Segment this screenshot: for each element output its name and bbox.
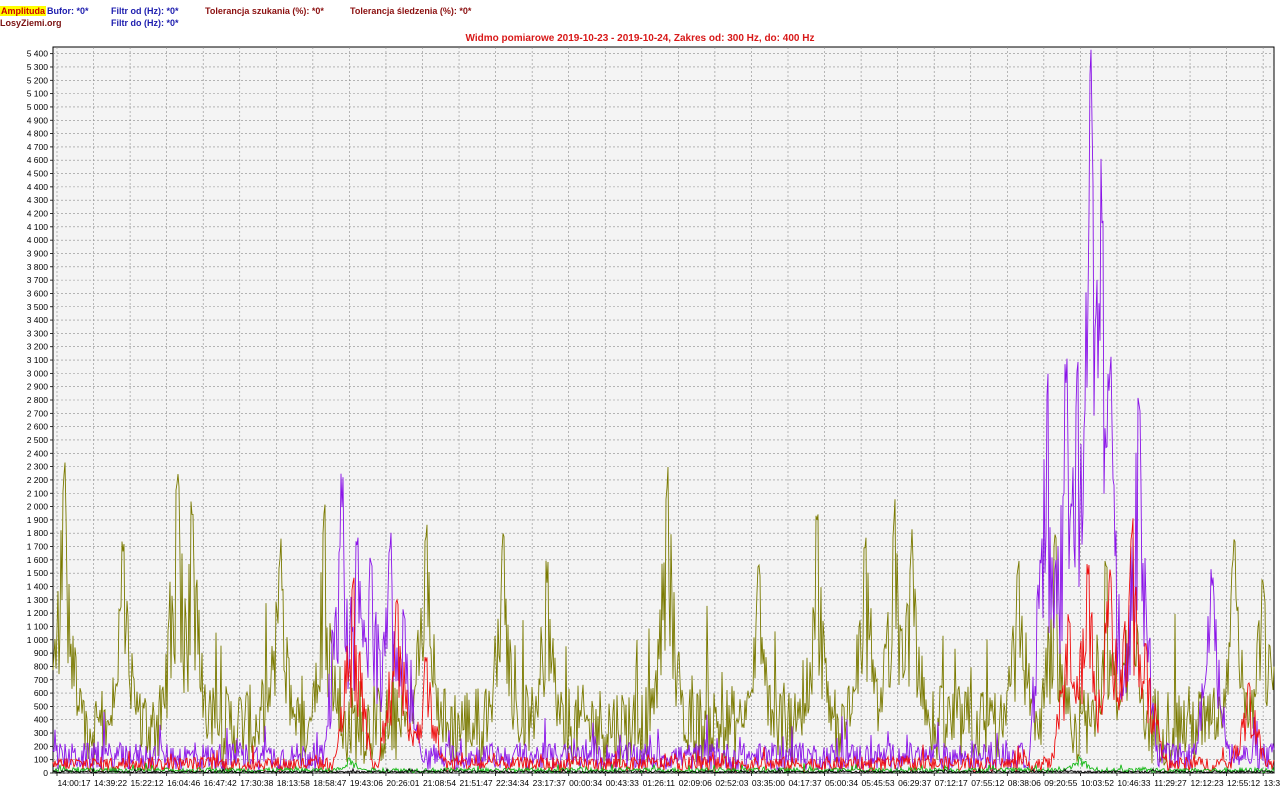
- y-tick-label: 4 500: [27, 169, 49, 179]
- x-tick-label: 08:38:06: [1008, 778, 1041, 788]
- x-tick-label: 23:17:37: [533, 778, 566, 788]
- y-tick-label: 1 300: [27, 595, 49, 605]
- y-tick-label: 3 400: [27, 315, 49, 325]
- y-tick-label: 4 200: [27, 209, 49, 219]
- y-tick-label: 2 400: [27, 448, 49, 458]
- y-tick-label: 2 700: [27, 408, 49, 418]
- x-tick-label: 12:12:23: [1191, 778, 1224, 788]
- y-tick-label: 3 300: [27, 328, 49, 338]
- y-tick-label: 2 200: [27, 475, 49, 485]
- x-tick-label: 14:39:22: [94, 778, 127, 788]
- y-tick-label: 1 400: [27, 582, 49, 592]
- x-tick-label: 07:55:12: [971, 778, 1004, 788]
- y-tick-label: 4 900: [27, 115, 49, 125]
- y-tick-label: 100: [34, 755, 48, 765]
- y-tick-label: 2 100: [27, 488, 49, 498]
- y-tick-label: 3 000: [27, 368, 49, 378]
- y-tick-label: 1 000: [27, 635, 49, 645]
- x-tick-label: 06:29:37: [898, 778, 931, 788]
- y-tick-label: 200: [34, 741, 48, 751]
- x-tick-label: 21:51:47: [460, 778, 493, 788]
- y-tick-label: 3 600: [27, 288, 49, 298]
- x-tick-label: 00:00:34: [569, 778, 602, 788]
- y-tick-label: 3 800: [27, 262, 49, 272]
- x-tick-label: 16:47:42: [204, 778, 237, 788]
- x-tick-label: 10:46:33: [1117, 778, 1150, 788]
- y-tick-label: 4 100: [27, 222, 49, 232]
- y-tick-label: 300: [34, 728, 48, 738]
- y-tick-label: 3 500: [27, 302, 49, 312]
- x-tick-label: 02:52:03: [715, 778, 748, 788]
- y-tick-label: 2 500: [27, 435, 49, 445]
- y-tick-label: 500: [34, 701, 48, 711]
- y-tick-label: 1 800: [27, 528, 49, 538]
- y-tick-label: 900: [34, 648, 48, 658]
- y-tick-label: 5 000: [27, 102, 49, 112]
- y-tick-label: 5 300: [27, 62, 49, 72]
- y-tick-label: 5 100: [27, 89, 49, 99]
- x-tick-label: 15:22:12: [131, 778, 164, 788]
- x-tick-label: 18:58:47: [313, 778, 346, 788]
- x-tick-label: 04:17:37: [788, 778, 821, 788]
- x-tick-label: 12:55:12: [1227, 778, 1260, 788]
- x-tick-label: 22:34:34: [496, 778, 529, 788]
- y-tick-label: 1 600: [27, 555, 49, 565]
- x-tick-label: 13:37:51: [1264, 778, 1280, 788]
- y-tick-label: 4 400: [27, 182, 49, 192]
- y-tick-label: 3 100: [27, 355, 49, 365]
- x-tick-label: 02:09:06: [679, 778, 712, 788]
- x-tick-label: 20:26:01: [386, 778, 419, 788]
- y-tick-label: 600: [34, 688, 48, 698]
- x-tick-label: 09:20:55: [1044, 778, 1077, 788]
- x-tick-label: 18:13:58: [277, 778, 310, 788]
- y-tick-label: 1 900: [27, 515, 49, 525]
- y-tick-label: 4 600: [27, 155, 49, 165]
- x-axis: 14:00:17 14:39:22 15:22:12 16:04:46 16:47:42…: [56, 773, 1280, 788]
- y-tick-label: 1 700: [27, 542, 49, 552]
- x-tick-label: 03:35:00: [752, 778, 785, 788]
- y-tick-label: 800: [34, 661, 48, 671]
- y-tick-label: 4 700: [27, 142, 49, 152]
- x-tick-label: 14:00:17: [57, 778, 90, 788]
- x-tick-label: 05:45:53: [862, 778, 895, 788]
- y-tick-label: 1 500: [27, 568, 49, 578]
- y-tick-label: 2 300: [27, 462, 49, 472]
- y-tick-label: 400: [34, 715, 48, 725]
- y-tick-label: 5 400: [27, 49, 49, 59]
- plot-area: [52, 46, 1275, 774]
- y-tick-label: 4 000: [27, 235, 49, 245]
- y-axis: 0 100 200 300 400 500 600 700 800 900 1 000 1 100 1 …: [27, 49, 53, 778]
- y-tick-label: 2 000: [27, 502, 49, 512]
- y-tick-label: 4 300: [27, 195, 49, 205]
- x-tick-label: 10:03:52: [1081, 778, 1114, 788]
- x-tick-label: 07:12:17: [935, 778, 968, 788]
- y-tick-label: 0: [43, 768, 48, 778]
- y-tick-label: 2 600: [27, 422, 49, 432]
- y-tick-label: 3 900: [27, 248, 49, 258]
- y-tick-label: 4 800: [27, 129, 49, 139]
- y-tick-label: 2 800: [27, 395, 49, 405]
- y-tick-label: 700: [34, 675, 48, 685]
- x-tick-label: 17:30:38: [240, 778, 273, 788]
- spectrum-chart: 0 100 200 300 400 500 600 700 800 900 1 000 1 100 1 …: [27, 46, 1280, 788]
- x-tick-label: 01:26:11: [643, 778, 676, 788]
- x-tick-label: 11:29:27: [1154, 778, 1187, 788]
- x-tick-label: 05:00:34: [825, 778, 858, 788]
- x-tick-label: 16:04:46: [167, 778, 200, 788]
- y-tick-label: 2 900: [27, 382, 49, 392]
- x-tick-label: 19:43:06: [350, 778, 383, 788]
- y-tick-label: 3 200: [27, 342, 49, 352]
- y-tick-label: 1 100: [27, 621, 49, 631]
- y-tick-label: 1 200: [27, 608, 49, 618]
- y-tick-label: 3 700: [27, 275, 49, 285]
- y-tick-label: 5 200: [27, 75, 49, 85]
- x-tick-label: 00:43:33: [606, 778, 639, 788]
- x-tick-label: 21:08:54: [423, 778, 456, 788]
